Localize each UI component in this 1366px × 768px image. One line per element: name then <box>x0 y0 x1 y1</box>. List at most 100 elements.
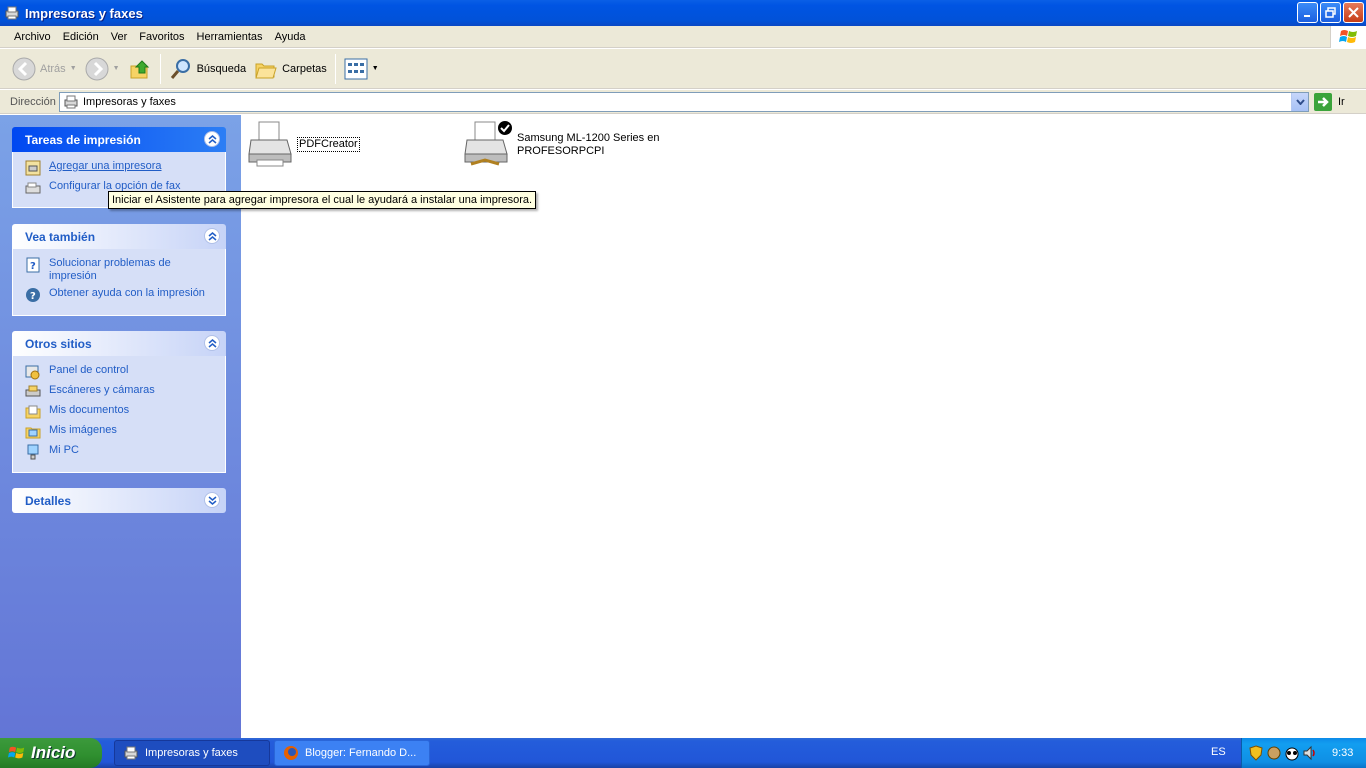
printer-item-samsung[interactable]: Samsung ML-1200 Series en PROFESORPCPI <box>463 120 659 170</box>
see-also-body: ? Solucionar problemas de impresión ? Ob… <box>12 249 226 316</box>
other-places-header[interactable]: Otros sitios <box>12 331 226 356</box>
restore-button[interactable] <box>1320 2 1341 23</box>
my-documents-link[interactable]: Mis documentos <box>25 404 215 420</box>
scanners-cameras-link[interactable]: Escáneres y cámaras <box>25 384 215 400</box>
forward-dropdown-icon[interactable]: ▼ <box>113 65 120 72</box>
go-button[interactable]: Ir <box>1314 93 1345 111</box>
back-label: Atrás <box>40 62 66 75</box>
firefox-icon <box>284 746 298 760</box>
close-button[interactable] <box>1343 2 1364 23</box>
standard-toolbar: Atrás ▼ ▼ Búsqueda Carpetas ▼ <box>0 49 1366 89</box>
printing-help-label: Obtener ayuda con la impresión <box>49 287 205 299</box>
menu-favoritos[interactable]: Favoritos <box>133 27 190 47</box>
troubleshoot-printing-link[interactable]: ? Solucionar problemas de impresión <box>25 257 215 283</box>
views-icon <box>344 58 368 79</box>
taskbar-item-printers-label: Impresoras y faxes <box>145 747 238 759</box>
chevron-up-double-icon <box>208 231 216 241</box>
windows-flag-icon <box>1338 30 1357 43</box>
menu-herramientas[interactable]: Herramientas <box>191 27 269 47</box>
chevron-up-double-icon <box>208 338 216 348</box>
add-printer-icon <box>25 160 41 176</box>
collapse-button[interactable] <box>204 131 220 147</box>
printer-icon <box>248 121 292 167</box>
menu-ayuda[interactable]: Ayuda <box>269 27 312 47</box>
computer-icon <box>27 444 39 460</box>
control-panel-link[interactable]: Panel de control <box>25 364 215 380</box>
forward-button[interactable]: ▼ <box>81 52 124 86</box>
svg-text:?: ? <box>30 291 36 302</box>
up-folder-icon <box>130 59 149 78</box>
address-input[interactable]: Impresoras y faxes <box>59 92 1309 112</box>
troubleshoot-printing-label: Solucionar problemas de impresión <box>49 257 171 282</box>
printer-folder-icon <box>5 6 19 20</box>
default-shared-printer-icon <box>464 121 512 166</box>
other-places-body: Panel de control Escáneres y cámaras Mis… <box>12 356 226 473</box>
taskbar-item-printers[interactable]: Impresoras y faxes <box>114 740 270 766</box>
address-dropdown-button[interactable] <box>1291 93 1308 111</box>
start-button[interactable]: Inicio <box>0 738 102 768</box>
collapse-button[interactable] <box>204 228 220 244</box>
printer-item-pdfcreator[interactable]: PDFCreator <box>247 120 360 168</box>
minimize-button[interactable] <box>1297 2 1318 23</box>
folders-label: Carpetas <box>282 62 327 75</box>
menu-bar: Archivo Edición Ver Favoritos Herramient… <box>0 26 1366 48</box>
folders-button[interactable]: Carpetas <box>250 52 331 86</box>
network-icon[interactable] <box>1266 745 1282 761</box>
forward-arrow-icon <box>85 57 109 80</box>
taskbar-item-blogger[interactable]: Blogger: Fernando D... <box>274 740 430 766</box>
windows-logo <box>1330 26 1366 48</box>
printing-help-link[interactable]: ? Obtener ayuda con la impresión <box>25 287 215 303</box>
see-also-title: Vea también <box>25 229 96 244</box>
my-computer-link[interactable]: Mi PC <box>25 444 215 460</box>
back-button[interactable]: Atrás ▼ <box>8 52 81 86</box>
search-icon <box>170 58 190 79</box>
my-pictures-link[interactable]: Mis imágenes <box>25 424 215 440</box>
control-panel-label: Panel de control <box>49 364 129 376</box>
svg-text:?: ? <box>30 261 36 272</box>
fax-icon <box>25 182 41 194</box>
my-computer-label: Mi PC <box>49 444 79 456</box>
printer-tasks-title: Tareas de impresión <box>25 132 141 147</box>
back-arrow-icon <box>12 57 36 80</box>
window-title: Impresoras y faxes <box>25 5 143 21</box>
views-dropdown-icon[interactable]: ▼ <box>372 65 379 72</box>
search-button[interactable]: Búsqueda <box>165 52 251 86</box>
details-header[interactable]: Detalles <box>12 488 226 513</box>
system-tray: 9:33 <box>1241 738 1366 768</box>
add-printer-label: Agregar una impresora <box>49 160 162 172</box>
other-places-panel: Otros sitios Panel de control Escáneres … <box>12 331 226 473</box>
printer-name-samsung: Samsung ML-1200 Series en PROFESORPCPI <box>517 132 659 158</box>
back-dropdown-icon[interactable]: ▼ <box>70 65 77 72</box>
panda-antivirus-icon[interactable] <box>1284 745 1300 761</box>
add-printer-link[interactable]: Agregar una impresora <box>25 160 215 176</box>
restore-icon <box>1325 7 1336 18</box>
see-also-header[interactable]: Vea también <box>12 224 226 249</box>
clock[interactable]: 9:33 <box>1332 747 1353 759</box>
minimize-icon <box>1303 14 1310 17</box>
details-title: Detalles <box>25 493 72 508</box>
up-folder-button[interactable] <box>124 52 156 86</box>
collapse-button[interactable] <box>204 335 220 351</box>
language-indicator[interactable]: ES <box>1211 746 1226 758</box>
volume-icon[interactable] <box>1302 745 1318 761</box>
taskbar-item-blogger-label: Blogger: Fernando D... <box>305 747 417 759</box>
pictures-folder-icon <box>25 427 41 439</box>
expand-button[interactable] <box>204 492 220 508</box>
title-bar[interactable]: Impresoras y faxes <box>0 0 1366 26</box>
toolbar-separator <box>334 53 336 84</box>
menu-edicion[interactable]: Edición <box>57 27 105 47</box>
help-icon: ? <box>26 288 40 302</box>
chevron-down-icon <box>1295 99 1305 105</box>
address-bar: Dirección Impresoras y faxes Ir <box>0 90 1366 114</box>
printer-tasks-header[interactable]: Tareas de impresión <box>12 127 226 152</box>
search-label: Búsqueda <box>196 62 247 75</box>
control-panel-icon <box>25 365 40 380</box>
menu-ver[interactable]: Ver <box>105 27 134 47</box>
printer-name-pdfcreator: PDFCreator <box>297 136 360 152</box>
toolbar-separator <box>159 53 161 84</box>
windows-flag-icon <box>8 746 25 759</box>
menu-archivo[interactable]: Archivo <box>8 27 57 47</box>
views-button[interactable]: ▼ <box>340 52 383 86</box>
chevron-down-double-icon <box>208 495 216 505</box>
security-shield-icon[interactable] <box>1248 745 1264 761</box>
